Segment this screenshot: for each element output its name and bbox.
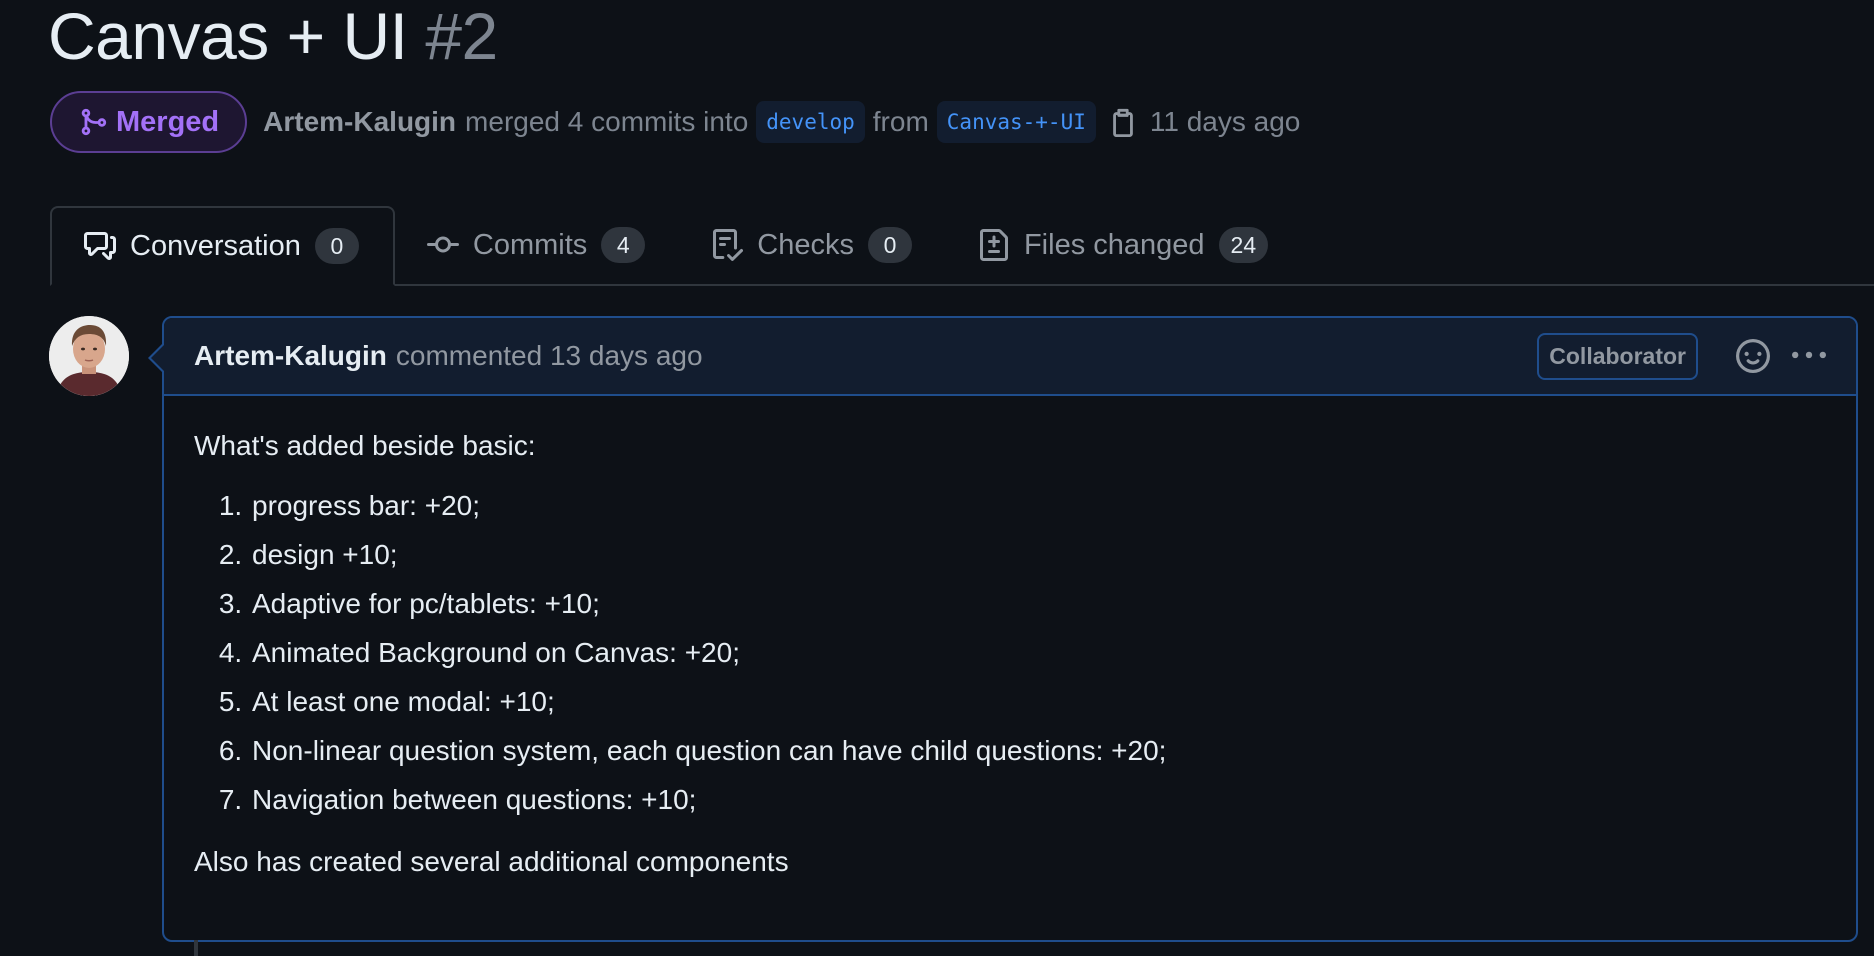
comment-header: Artem-Kalugin commented 13 days ago Coll…: [164, 318, 1856, 396]
list-item: Non-linear question system, each questio…: [250, 733, 1826, 769]
comment-outro: Also has created several additional comp…: [194, 846, 789, 877]
tab-conversation[interactable]: Conversation 0: [50, 206, 395, 286]
head-branch-link[interactable]: Canvas-+-UI: [936, 101, 1096, 143]
comment-discussion-icon: [84, 230, 130, 262]
list-item: design +10;: [250, 537, 1826, 573]
avatar[interactable]: [49, 316, 129, 396]
list-item: Animated Background on Canvas: +20;: [250, 635, 1826, 671]
merged-state-badge: Merged: [50, 91, 248, 153]
pr-title-text: Canvas + UI: [48, 0, 408, 73]
tab-commits-label: Commits: [472, 228, 588, 261]
git-commit-icon: [426, 229, 473, 261]
comment-intro: What's added beside basic:: [194, 430, 536, 461]
from-text: from: [872, 106, 929, 137]
role-badge: Collaborator: [1537, 332, 1698, 380]
file-diff-icon: [978, 229, 1024, 261]
page-title: Canvas + UI #2: [48, 0, 498, 74]
comment-timestamp[interactable]: commented 13 days ago: [396, 340, 703, 372]
tab-checks[interactable]: Checks 0: [679, 206, 946, 284]
list-item: At least one modal: +10;: [250, 684, 1826, 720]
comment-author-link[interactable]: Artem-Kalugin: [194, 340, 387, 372]
comment-box: Artem-Kalugin commented 13 days ago Coll…: [148, 316, 1858, 942]
tab-commits-counter: 4: [601, 227, 646, 263]
base-branch-link[interactable]: develop: [756, 101, 865, 143]
kebab-horizontal-icon[interactable]: [1792, 339, 1826, 373]
copy-icon[interactable]: [1108, 107, 1138, 137]
pull-request-page: Canvas + UI #2 Merged Artem-Kalugin merg…: [0, 0, 1874, 956]
tab-conversation-counter: 0: [314, 228, 359, 264]
list-item: Adaptive for pc/tablets: +10;: [250, 586, 1826, 622]
comment-body: What's added beside basic: progress bar:…: [164, 396, 1856, 880]
timeline-line: [194, 940, 198, 956]
git-merge-icon: [78, 107, 108, 137]
pr-tabs: Conversation 0 Commits 4 Checks 0 Files …: [50, 204, 1874, 286]
comment-list: progress bar: +20; design +10; Adaptive …: [194, 488, 1826, 818]
tab-conversation-label: Conversation: [130, 229, 301, 262]
tab-files-changed-counter: 24: [1218, 227, 1269, 263]
tab-commits[interactable]: Commits 4: [395, 206, 679, 284]
list-item: progress bar: +20;: [250, 488, 1826, 524]
comment-header-actions: Collaborator: [1537, 318, 1826, 394]
pr-number: #2: [425, 0, 498, 73]
list-item: Navigation between questions: +10;: [250, 782, 1826, 818]
merge-action-text: merged 4 commits into: [465, 106, 749, 137]
checklist-icon: [711, 229, 757, 261]
merged-state-label: Merged: [116, 105, 220, 138]
tab-files-changed-label: Files changed: [1023, 228, 1205, 261]
smiley-icon[interactable]: [1736, 339, 1770, 373]
tab-files-changed[interactable]: Files changed 24: [946, 206, 1302, 284]
comment-pointer: [148, 342, 165, 374]
pr-meta-row: Merged Artem-Kalugin merged 4 commits in…: [50, 90, 1308, 154]
merge-time: 11 days ago: [1149, 106, 1301, 137]
tab-checks-counter: 0: [867, 227, 912, 263]
tab-checks-label: Checks: [757, 228, 854, 261]
merger-author-link[interactable]: Artem-Kalugin: [263, 106, 456, 138]
